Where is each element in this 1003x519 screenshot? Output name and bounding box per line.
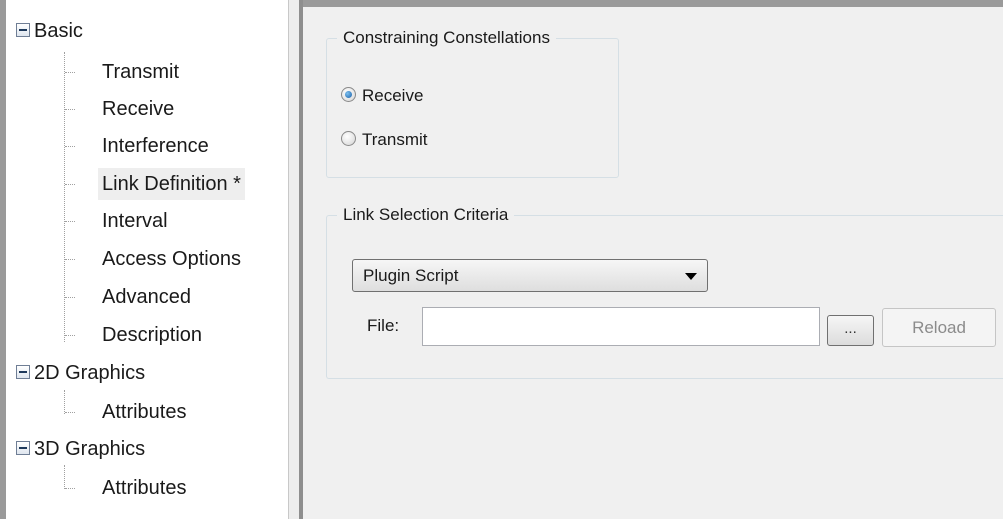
tree-group-label: 2D Graphics [34, 362, 146, 384]
group-title: Link Selection Criteria [337, 203, 515, 227]
tree-item-access-options[interactable]: Access Options [98, 243, 245, 275]
browse-button[interactable]: ... [827, 315, 874, 346]
collapse-icon[interactable] [16, 22, 30, 37]
criteria-select-value: Plugin Script [363, 266, 459, 285]
tree-group-label: 3D Graphics [34, 438, 146, 460]
tree-connector [64, 52, 65, 342]
splitter[interactable] [288, 0, 303, 519]
tree-connector [65, 297, 75, 298]
reload-button[interactable]: Reload [882, 308, 996, 347]
tree-item-advanced[interactable]: Advanced [98, 281, 195, 313]
file-label: File: [367, 316, 400, 335]
dropdown-arrow-icon[interactable] [685, 273, 697, 280]
radio-label: Receive [362, 86, 424, 105]
file-path-input[interactable] [422, 307, 820, 346]
tree-item-link-definition[interactable]: Link Definition * [98, 168, 245, 200]
tree-item-2d-attributes[interactable]: Attributes [98, 396, 190, 428]
tree-connector [65, 72, 75, 73]
tree-connector [65, 259, 75, 260]
radio-button-checked[interactable] [341, 87, 356, 103]
radio-label: Transmit [362, 130, 428, 149]
tree-connector [65, 146, 75, 147]
tree-connector [64, 465, 65, 489]
tree-connector [65, 488, 75, 489]
tree-connector [65, 335, 75, 336]
criteria-select[interactable]: Plugin Script [352, 259, 708, 292]
group-title: Constraining Constellations [337, 26, 556, 50]
tree-connector [65, 221, 75, 222]
tree-item-interval[interactable]: Interval [98, 205, 172, 237]
link-definition-panel: Constraining Constellations Receive Tran… [303, 7, 1003, 519]
tree-group-2d-graphics[interactable]: 2D Graphics [16, 357, 145, 389]
tree-connector [65, 412, 75, 413]
tree-connector [65, 109, 75, 110]
tree-group-label: Basic [34, 20, 83, 42]
radio-button[interactable] [341, 131, 356, 147]
tree-item-transmit[interactable]: Transmit [98, 56, 183, 88]
property-tree: Basic Transmit Receive Interference Link… [0, 0, 288, 519]
tree-item-receive[interactable]: Receive [98, 93, 178, 125]
tree-connector [64, 390, 65, 414]
tree-connector [65, 184, 75, 185]
radio-transmit[interactable]: Transmit [341, 128, 428, 152]
tree-item-interference[interactable]: Interference [98, 130, 213, 162]
tree-group-basic[interactable]: Basic [16, 15, 83, 47]
tree-group-3d-graphics[interactable]: 3D Graphics [16, 433, 145, 465]
tree-item-description[interactable]: Description [98, 319, 206, 351]
radio-receive[interactable]: Receive [341, 84, 423, 108]
tree-item-3d-attributes[interactable]: Attributes [98, 472, 190, 504]
collapse-icon[interactable] [16, 364, 30, 379]
constraining-constellations-group: Constraining Constellations Receive Tran… [326, 26, 619, 178]
link-selection-criteria-group: Link Selection Criteria Plugin Script Fi… [326, 203, 1003, 379]
collapse-icon[interactable] [16, 440, 30, 455]
panel-top-border [303, 0, 1003, 7]
